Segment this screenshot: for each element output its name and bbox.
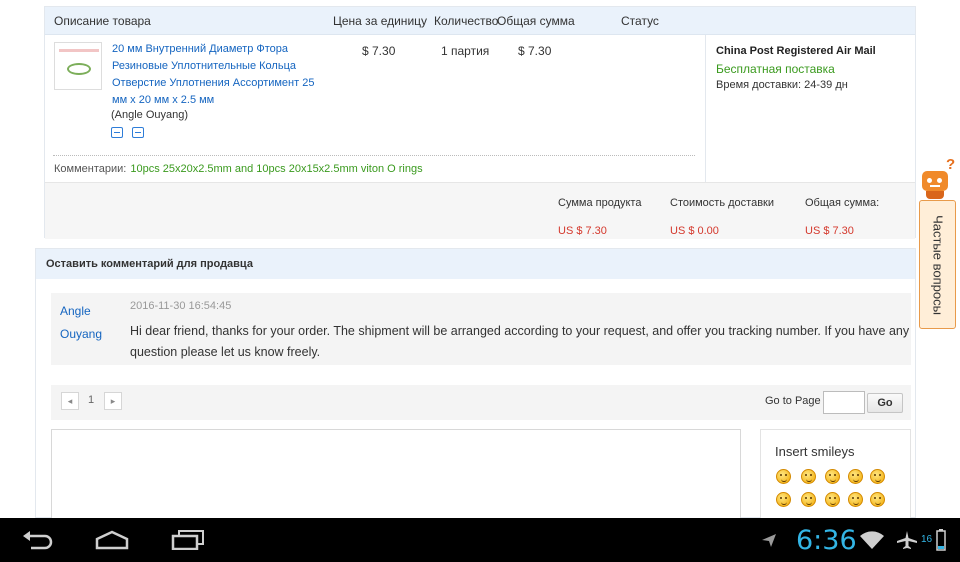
robot-eye bbox=[927, 178, 932, 183]
seller-message-panel: Оставить комментарий для продавца Angle … bbox=[35, 248, 916, 519]
order-comment: Комментарии: 10pcs 25x20x2.5mm and 10pcs … bbox=[54, 163, 423, 175]
comment-label: Комментарии: bbox=[54, 163, 127, 175]
header-description: Описание товара bbox=[54, 14, 151, 28]
home-icon[interactable] bbox=[92, 518, 132, 562]
robot-help-icon[interactable]: ? bbox=[919, 156, 955, 201]
message-date: 2016-11-30 16:54:45 bbox=[130, 300, 232, 312]
faq-button[interactable]: Частые вопросы bbox=[919, 200, 956, 329]
robot-body bbox=[926, 191, 944, 199]
product-thumbnail[interactable] bbox=[54, 42, 102, 90]
pagination-bar: ◂ 1 ▸ Go to Page Go bbox=[51, 385, 911, 420]
smiley-icon[interactable] bbox=[801, 492, 816, 507]
grand-total-value: US $ 7.30 bbox=[805, 225, 854, 237]
shipping-cost-value: US $ 0.00 bbox=[670, 225, 719, 237]
smiley-icon[interactable] bbox=[848, 469, 863, 484]
order-totals: Сумма продукта US $ 7.30 Стоимость доста… bbox=[45, 182, 915, 239]
battery-level: 16 bbox=[921, 534, 933, 545]
robot-head bbox=[922, 171, 948, 191]
wifi-icon bbox=[858, 518, 886, 562]
delivery-time-label: Время доставки: bbox=[716, 79, 802, 91]
faq-button-label: Частые вопросы bbox=[930, 214, 945, 315]
header-unit-price: Цена за единицу bbox=[333, 14, 428, 28]
goto-page-label: Go to Page bbox=[765, 395, 821, 407]
shipping-info: China Post Registered Air Mail Бесплатна… bbox=[705, 35, 916, 182]
chevron-right-icon: ▸ bbox=[110, 396, 116, 406]
delivery-time: Время доставки: 24-39 дн bbox=[716, 79, 848, 91]
smiley-panel: Insert smileys bbox=[760, 429, 911, 519]
shipping-cost-label: Стоимость доставки bbox=[670, 197, 774, 209]
message-text: Hi dear friend, thanks for your order. T… bbox=[130, 324, 910, 359]
divider bbox=[53, 155, 695, 156]
airplane-mode-icon bbox=[895, 518, 919, 562]
smiley-icon[interactable] bbox=[870, 492, 885, 507]
product-service-icons bbox=[111, 127, 150, 141]
smiley-icon[interactable] bbox=[801, 469, 816, 484]
product-title-link[interactable]: 20 мм Внутренний Диаметр Фтора Резиновые… bbox=[112, 41, 322, 109]
delivery-truck-icon[interactable] bbox=[111, 127, 123, 138]
shipping-method: China Post Registered Air Mail bbox=[716, 45, 876, 57]
message-author-link[interactable]: Angle Ouyang bbox=[60, 300, 120, 346]
go-button[interactable]: Go bbox=[867, 393, 903, 413]
header-total: Общая сумма bbox=[497, 14, 575, 28]
smiley-icon[interactable] bbox=[776, 469, 791, 484]
robot-eye bbox=[937, 178, 942, 183]
goto-page-input[interactable] bbox=[823, 391, 865, 414]
product-seller: (Angle Ouyang) bbox=[111, 109, 189, 121]
smiley-icon[interactable] bbox=[825, 469, 840, 484]
chevron-left-icon: ◂ bbox=[67, 396, 73, 406]
next-page-button[interactable]: ▸ bbox=[104, 392, 122, 410]
reply-textarea[interactable] bbox=[51, 429, 741, 519]
smiley-icon[interactable] bbox=[848, 492, 863, 507]
total-value: $ 7.30 bbox=[518, 44, 552, 58]
product-sum-label: Сумма продукта bbox=[558, 197, 642, 209]
grand-total-label: Общая сумма: bbox=[805, 197, 880, 209]
status-clock[interactable]: 6:36 bbox=[796, 525, 857, 556]
order-table-header: Описание товара Цена за единицу Количест… bbox=[45, 7, 915, 35]
battery-icon bbox=[934, 518, 948, 562]
smiley-icon[interactable] bbox=[825, 492, 840, 507]
unit-price-value: $ 7.30 bbox=[362, 44, 396, 58]
o-ring-image bbox=[67, 63, 91, 75]
prev-page-button[interactable]: ◂ bbox=[61, 392, 79, 410]
delivery-time-value: 24-39 дн bbox=[804, 79, 848, 91]
system-navigation-bar: 6:36 16 bbox=[0, 518, 960, 562]
free-shipping-label: Бесплатная поставка bbox=[716, 62, 835, 76]
notification-plane-icon[interactable] bbox=[758, 518, 780, 562]
header-status: Статус bbox=[621, 14, 659, 28]
message-panel-header: Оставить комментарий для продавца bbox=[36, 249, 915, 279]
message-panel-title: Оставить комментарий для продавца bbox=[46, 258, 253, 270]
product-sum-value: US $ 7.30 bbox=[558, 225, 607, 237]
back-icon[interactable] bbox=[18, 518, 58, 562]
current-page[interactable]: 1 bbox=[88, 394, 94, 406]
order-table: Описание товара Цена за единицу Количест… bbox=[44, 6, 916, 239]
smiley-icon[interactable] bbox=[870, 469, 885, 484]
header-quantity: Количество bbox=[434, 14, 499, 28]
question-mark-icon: ? bbox=[946, 156, 956, 173]
thumbnail-caption-strip bbox=[59, 49, 99, 52]
comment-value: 10pcs 25x20x2.5mm and 10pcs 20x15x2.5mm … bbox=[130, 163, 423, 175]
robot-mouth bbox=[930, 185, 940, 187]
smiley-panel-title: Insert smileys bbox=[775, 444, 855, 459]
exchange-icon[interactable] bbox=[132, 127, 145, 138]
recent-apps-icon[interactable] bbox=[168, 518, 208, 562]
message-item: Angle Ouyang 2016-11-30 16:54:45 Hi dear… bbox=[51, 293, 911, 365]
quantity-value: 1 партия bbox=[441, 44, 490, 58]
smiley-icon[interactable] bbox=[776, 492, 791, 507]
